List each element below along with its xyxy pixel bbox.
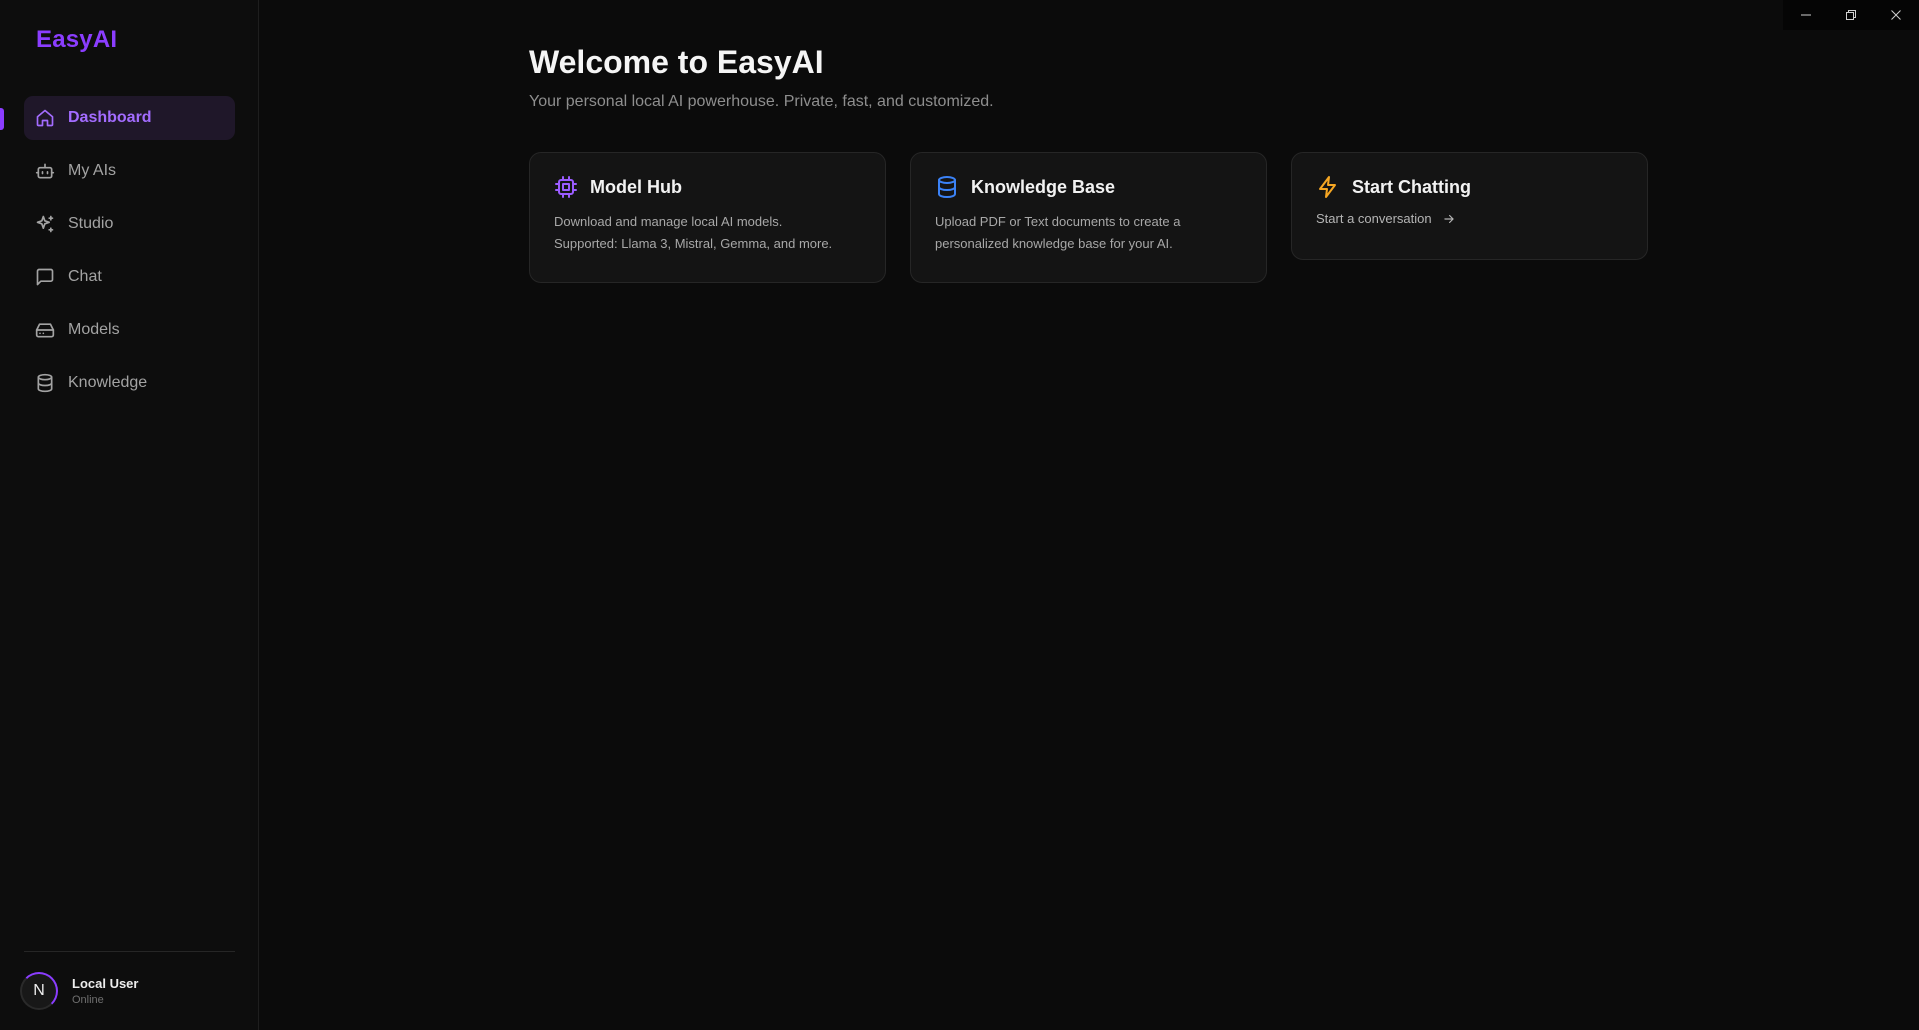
sidebar-item-chat[interactable]: Chat (24, 255, 235, 299)
restore-button[interactable] (1828, 0, 1873, 30)
zap-icon (1316, 175, 1340, 199)
page-subtitle: Your personal local AI powerhouse. Priva… (529, 93, 994, 110)
card-description-line: Upload PDF or Text documents to create a (935, 214, 1181, 229)
database-icon (35, 373, 55, 393)
close-icon (1890, 10, 1901, 20)
sidebar-item-label: Chat (68, 268, 102, 285)
page-title: Welcome to EasyAI (529, 44, 824, 80)
sidebar-item-label: Dashboard (68, 109, 152, 126)
sidebar-item-knowledge[interactable]: Knowledge (24, 361, 235, 405)
card-title: Knowledge Base (971, 176, 1116, 197)
sidebar-item-label: Studio (68, 215, 114, 232)
sidebar: EasyAI Dashboard My AIs Studio Chat Mode… (0, 0, 259, 1030)
start-chatting-card[interactable]: Start Chatting Start a conversation (1291, 152, 1648, 260)
minimize-icon (1800, 14, 1811, 16)
close-button[interactable] (1873, 0, 1918, 30)
card-description: Upload PDF or Text documents to create a… (935, 211, 1242, 255)
database-icon (935, 175, 959, 199)
knowledge-base-card[interactable]: Knowledge Base Upload PDF or Text docume… (910, 152, 1267, 283)
card-description: Download and manage local AI models. Sup… (554, 211, 861, 255)
home-icon (35, 108, 55, 128)
window-controls (1783, 0, 1919, 30)
sidebar-item-studio[interactable]: Studio (24, 202, 235, 246)
card-description-line: personalized knowledge base for your AI. (935, 236, 1173, 251)
avatar: N (20, 972, 58, 1010)
sidebar-item-my-ais[interactable]: My AIs (24, 149, 235, 193)
card-description-line: Download and manage local AI models. (554, 214, 783, 229)
restore-icon (1845, 10, 1856, 20)
sidebar-item-label: My AIs (68, 162, 117, 179)
sidebar-divider (24, 951, 235, 952)
model-hub-card[interactable]: Model Hub Download and manage local AI m… (529, 152, 886, 283)
main-content: Welcome to EasyAI Your personal local AI… (259, 0, 1919, 1030)
start-conversation-link[interactable]: Start a conversation (1316, 211, 1623, 226)
sidebar-item-label: Knowledge (68, 374, 148, 391)
app-window: EasyAI Dashboard My AIs Studio Chat Mode… (0, 0, 1919, 1030)
user-status: Online (72, 994, 104, 1006)
brand-logo: EasyAI (36, 26, 118, 53)
user-profile[interactable]: N Local User Online (20, 972, 138, 1010)
hard-drive-icon (35, 320, 55, 340)
card-title: Model Hub (590, 176, 682, 197)
sidebar-item-models[interactable]: Models (24, 308, 235, 352)
sidebar-nav: Dashboard My AIs Studio Chat Models Know… (24, 96, 235, 414)
user-name: Local User (72, 976, 139, 991)
card-description-line: Supported: Llama 3, Mistral, Gemma, and … (554, 236, 833, 251)
arrow-right-icon (1442, 212, 1456, 226)
bot-icon (35, 161, 55, 181)
active-indicator (0, 108, 4, 130)
message-square-icon (35, 267, 55, 287)
cpu-icon (554, 175, 578, 199)
sidebar-item-label: Models (68, 321, 120, 338)
sparkles-icon (35, 214, 55, 234)
sidebar-item-dashboard[interactable]: Dashboard (24, 96, 235, 140)
link-label: Start a conversation (1316, 211, 1432, 226)
minimize-button[interactable] (1783, 0, 1828, 30)
card-title: Start Chatting (1352, 176, 1471, 197)
